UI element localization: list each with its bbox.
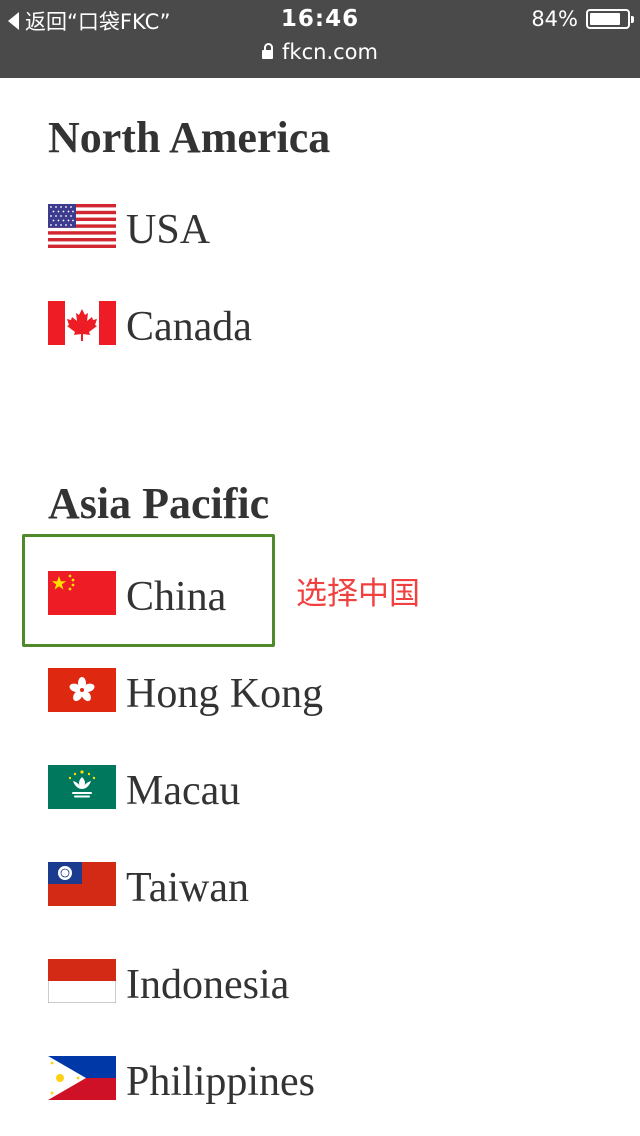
flag-taiwan-icon [48, 862, 116, 906]
country-name: China [126, 574, 227, 620]
country-name: Philippines [126, 1059, 316, 1105]
section-title-north-america: North America [48, 113, 331, 162]
flag-indonesia-icon [48, 959, 116, 1003]
section-title-asia-pacific: Asia Pacific [48, 479, 270, 528]
status-bar: 返回“口袋FKC” 16:46 84% fkcn.com [0, 0, 640, 78]
country-canada[interactable]: Canada [48, 299, 252, 350]
country-indonesia[interactable]: Indonesia [48, 957, 289, 1008]
country-china[interactable]: China [48, 569, 226, 620]
battery-icon [586, 9, 634, 29]
lock-icon [262, 42, 274, 59]
flag-canada-icon [48, 301, 116, 345]
url-text: fkcn.com [282, 40, 378, 64]
country-taiwan[interactable]: Taiwan [48, 860, 249, 911]
country-usa[interactable]: USA [48, 202, 210, 253]
country-macau[interactable]: Macau [48, 763, 240, 814]
battery-nub [631, 16, 634, 23]
country-name: Indonesia [126, 962, 290, 1008]
flag-hong-kong-icon [48, 668, 116, 712]
battery-status: 84% [531, 7, 634, 31]
flag-philippines-icon [48, 1056, 116, 1100]
country-name: Macau [126, 768, 241, 814]
url-bar[interactable]: fkcn.com [0, 40, 640, 64]
annotation-select-china: 选择中国 [296, 576, 420, 612]
country-hong-kong[interactable]: Hong Kong [48, 666, 323, 717]
battery-percent: 84% [531, 7, 578, 31]
battery-level-fill [590, 13, 621, 25]
country-philippines[interactable]: Philippines [48, 1054, 315, 1105]
country-name: Hong Kong [126, 671, 324, 717]
country-name: USA [126, 207, 211, 253]
flag-china-icon [48, 571, 116, 615]
country-name: Canada [126, 304, 252, 350]
flag-macau-icon [48, 765, 116, 809]
country-name: Taiwan [126, 865, 250, 911]
flag-usa-icon [48, 204, 116, 248]
